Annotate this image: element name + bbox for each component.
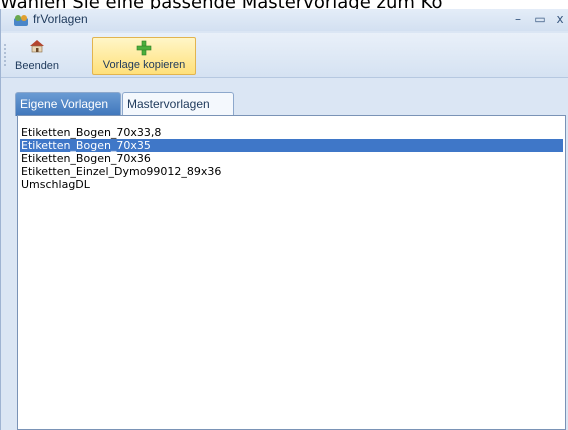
title-bar: frVorlagen – ▭ x [1,9,568,31]
tab-mastervorlagen[interactable]: Mastervorlagen [122,92,234,117]
minimize-button[interactable]: – [509,10,527,28]
copy-template-button[interactable]: Vorlage kopieren [92,37,196,75]
copy-template-button-label: Vorlage kopieren [102,59,186,71]
tab-strip: Eigene Vorlagen Mastervorlagen [15,92,565,117]
list-item[interactable]: UmschlagDL [20,178,563,191]
tab-eigene-vorlagen[interactable]: Eigene Vorlagen [15,92,121,116]
exit-button[interactable]: Beenden [15,37,59,75]
list-item[interactable]: Etiketten_Einzel_Dymo99012_89x36 [20,165,563,178]
window-title: frVorlagen [33,12,88,26]
close-button[interactable]: x [551,10,568,28]
exit-button-label: Beenden [15,60,60,72]
list-item[interactable]: Etiketten_Bogen_70x33,8 [20,126,563,139]
list-item-selected[interactable]: Etiketten_Bogen_70x35 [20,139,563,152]
list-item[interactable]: Etiketten_Bogen_70x36 [20,152,563,165]
maximize-button[interactable]: ▭ [531,10,549,28]
app-window: frVorlagen – ▭ x Beenden Vorlage kopiere… [0,9,568,430]
template-list[interactable]: Etiketten_Bogen_70x33,8 Etiketten_Bogen_… [20,126,563,191]
exit-house-icon [29,39,45,56]
app-icon [13,12,29,26]
add-plus-icon [136,40,152,59]
toolbar: Beenden Vorlage kopieren [1,33,568,78]
template-list-panel: Etiketten_Bogen_70x33,8 Etiketten_Bogen_… [17,115,566,430]
toolbar-grip-icon[interactable] [4,43,6,67]
